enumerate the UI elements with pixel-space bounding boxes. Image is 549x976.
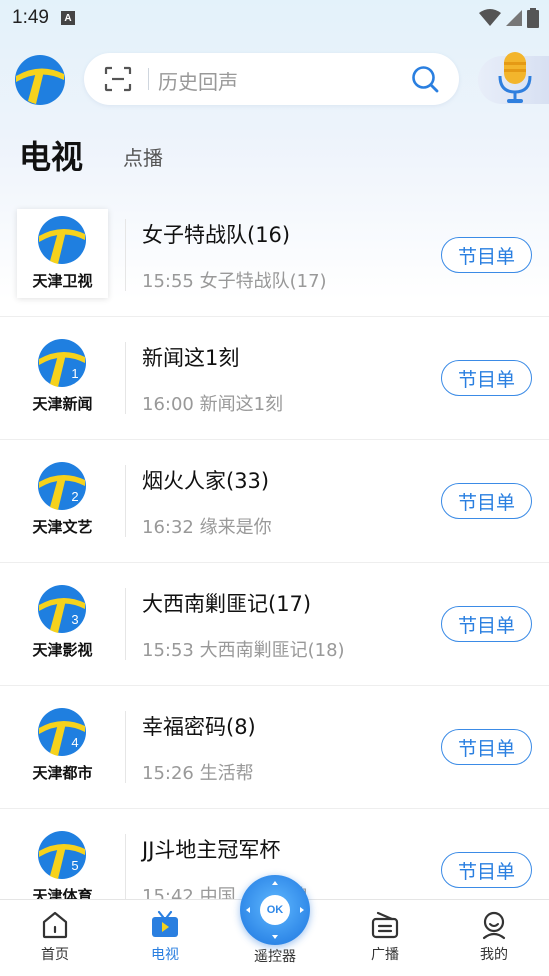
channel-row[interactable]: 1 天津新闻 新闻这1刻 16:00 新闻这1刻 节目单 — [0, 317, 549, 440]
channel-divider — [125, 219, 126, 291]
app-header: 历史回声 — [0, 50, 549, 108]
next-program: 16:00 新闻这1刻 — [142, 394, 284, 415]
schedule-button[interactable]: 节目单 — [441, 606, 532, 642]
search-bar[interactable]: 历史回声 — [84, 53, 459, 105]
channel-divider — [125, 834, 126, 906]
channel-list: 天津卫视 女子特战队(16) 15:55 女子特战队(17) 节目单 1 天津新… — [0, 194, 549, 932]
channel-logo-name: 天津新闻 — [32, 395, 93, 413]
search-divider — [148, 68, 149, 90]
home-icon — [42, 911, 68, 939]
channel-divider — [125, 342, 126, 414]
current-program[interactable]: JJ斗地主冠军杯 — [142, 834, 280, 864]
channel-number-text: 1 — [71, 366, 78, 381]
channel-logo-name: 天津文艺 — [32, 518, 93, 536]
current-program[interactable]: 烟火人家(33) — [142, 465, 269, 495]
nav-mine-label: 我的 — [480, 947, 508, 963]
channel-logo-icon: 3 — [38, 585, 86, 633]
notification-icon: A — [60, 11, 75, 25]
schedule-button[interactable]: 节目单 — [441, 729, 532, 765]
current-program[interactable]: 女子特战队(16) — [142, 219, 290, 249]
nav-home[interactable]: 首页 — [10, 900, 100, 976]
channel-logo[interactable]: 1 天津新闻 — [17, 332, 108, 421]
channel-row[interactable]: 3 天津影视 大西南剿匪记(17) 15:53 大西南剿匪记(18) 节目单 — [0, 563, 549, 686]
channel-logo-name: 天津卫视 — [32, 272, 93, 290]
channel-row[interactable]: 天津卫视 女子特战队(16) 15:55 女子特战队(17) 节目单 — [0, 194, 549, 317]
channel-number-text: 2 — [71, 489, 78, 504]
next-program: 15:26 生活帮 — [142, 763, 254, 784]
current-program[interactable]: 新闻这1刻 — [142, 342, 239, 372]
channel-logo[interactable]: 4 天津都市 — [17, 701, 108, 790]
channel-divider — [125, 588, 126, 660]
next-program: 16:32 缘来是你 — [142, 517, 272, 538]
nav-radio-label: 广播 — [371, 947, 399, 963]
channel-logo-icon: 4 — [38, 708, 86, 756]
current-program[interactable]: 幸福密码(8) — [142, 711, 256, 741]
nav-tv[interactable]: 电视 — [120, 900, 210, 976]
channel-number-text: 3 — [71, 612, 78, 627]
channel-logo-name: 天津都市 — [32, 764, 93, 782]
schedule-button[interactable]: 节目单 — [441, 237, 532, 273]
search-icon[interactable] — [411, 65, 439, 93]
tab-vod[interactable]: 点播 — [123, 142, 163, 171]
channel-logo[interactable]: 天津卫视 — [17, 209, 108, 298]
user-icon — [482, 911, 506, 940]
channel-divider — [125, 711, 126, 783]
status-time: 1:49 — [12, 7, 49, 28]
microphone-icon — [498, 52, 532, 103]
current-program[interactable]: 大西南剿匪记(17) — [142, 588, 311, 618]
nav-mine[interactable]: 我的 — [449, 900, 539, 976]
channel-logo[interactable]: 3 天津影视 — [17, 578, 108, 667]
nav-radio[interactable]: 广播 — [340, 900, 430, 976]
channel-divider — [125, 465, 126, 537]
nav-home-label: 首页 — [41, 947, 69, 963]
schedule-button[interactable]: 节目单 — [441, 360, 532, 396]
next-program: 15:55 女子特战队(17) — [142, 271, 327, 292]
channel-logo-name: 天津影视 — [32, 641, 93, 659]
nav-remote-label: 遥控器 — [254, 949, 296, 965]
channel-row[interactable]: 2 天津文艺 烟火人家(33) 16:32 缘来是你 节目单 — [0, 440, 549, 563]
channel-number-text: 4 — [71, 735, 78, 750]
tab-tv[interactable]: 电视 — [19, 132, 83, 178]
tv-icon — [152, 910, 178, 937]
voice-search-button[interactable] — [478, 52, 549, 104]
radio-icon — [371, 911, 399, 939]
channel-logo-icon — [38, 216, 86, 264]
search-input[interactable]: 历史回声 — [158, 66, 238, 95]
schedule-button[interactable]: 节目单 — [441, 852, 532, 888]
channel-logo-icon: 2 — [38, 462, 86, 510]
nav-tv-label: 电视 — [151, 947, 179, 963]
scan-icon[interactable] — [104, 66, 132, 92]
next-program: 15:53 大西南剿匪记(18) — [142, 640, 345, 661]
signal-icon — [506, 10, 522, 26]
channel-logo[interactable]: 2 天津文艺 — [17, 455, 108, 544]
content-tabs: 电视 点播 — [0, 130, 549, 180]
schedule-button[interactable]: 节目单 — [441, 483, 532, 519]
tjtv-logo-icon[interactable] — [14, 54, 66, 106]
status-icons — [479, 8, 539, 28]
channel-number-text: 5 — [71, 858, 78, 873]
channel-logo-icon: 5 — [38, 831, 86, 879]
status-bar: 1:49 A — [0, 0, 549, 36]
wifi-icon — [479, 9, 501, 26]
channel-logo-icon: 1 — [38, 339, 86, 387]
channel-row[interactable]: 4 天津都市 幸福密码(8) 15:26 生活帮 节目单 — [0, 686, 549, 809]
remote-control-button[interactable]: OK — [240, 875, 310, 945]
battery-icon — [527, 8, 539, 28]
remote-ok-icon: OK — [260, 895, 290, 925]
